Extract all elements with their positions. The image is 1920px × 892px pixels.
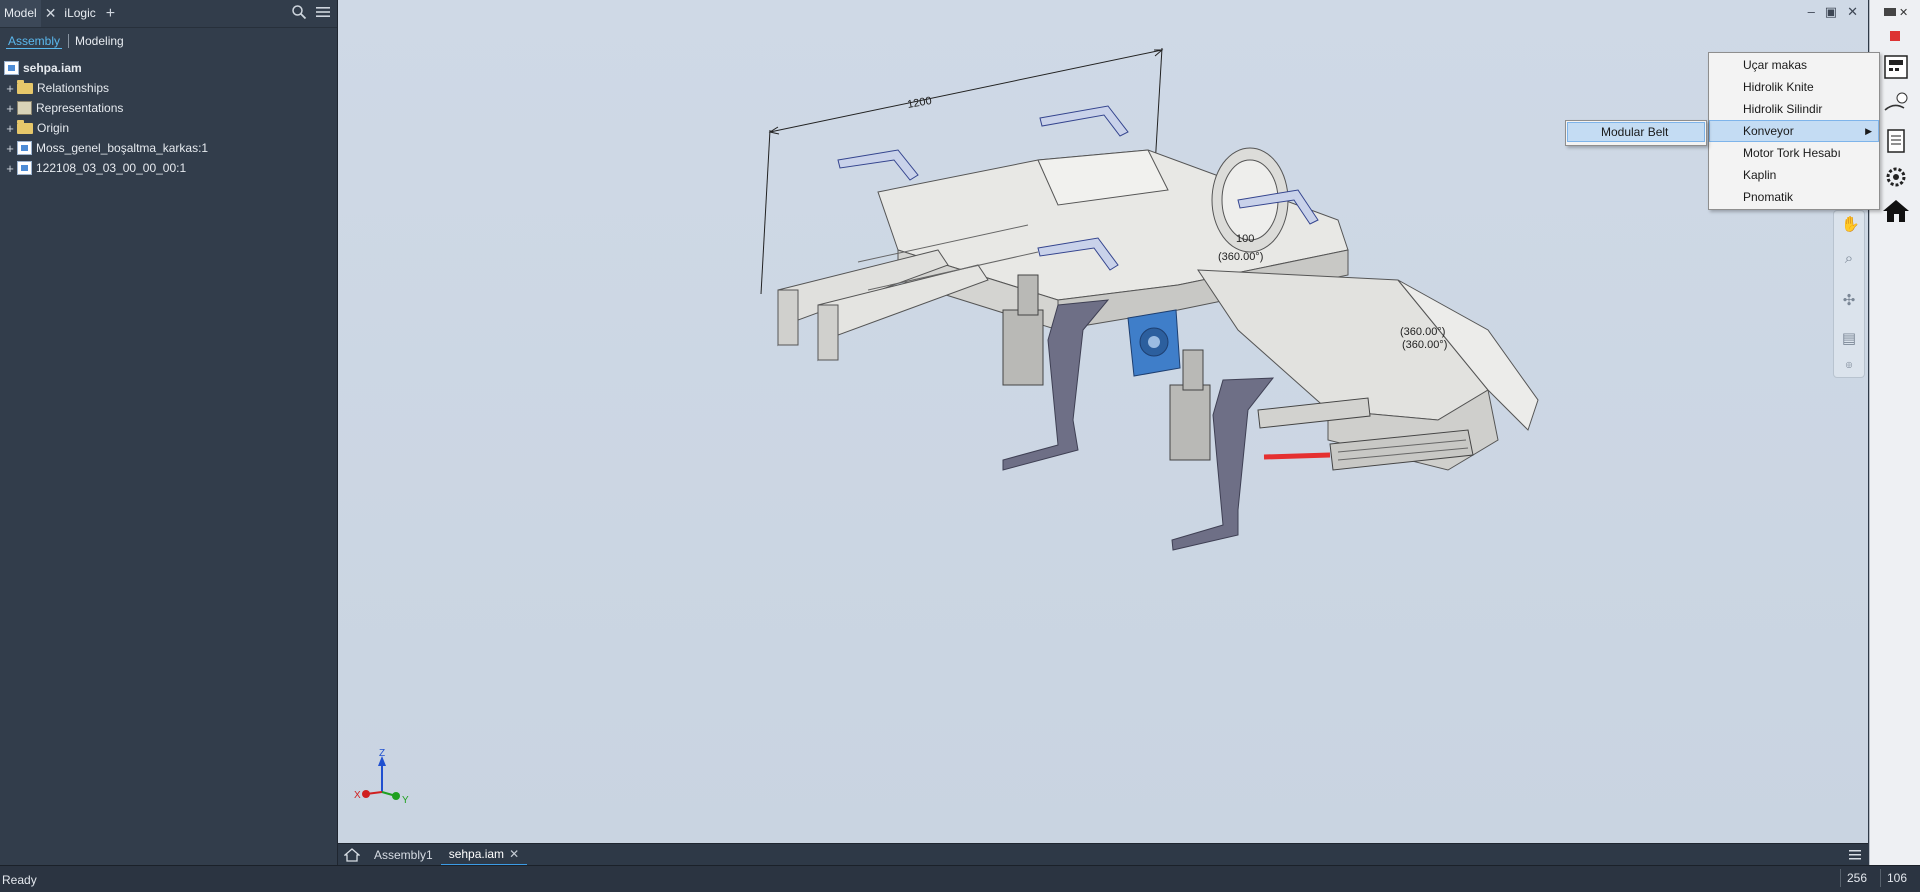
- pan-icon[interactable]: ✋: [1841, 217, 1860, 233]
- menu-item-pnomatik[interactable]: Pnomatik: [1709, 186, 1879, 208]
- calculator-icon[interactable]: [1882, 54, 1910, 80]
- document-icon[interactable]: [1882, 128, 1910, 154]
- close-tab-icon[interactable]: ✕: [41, 5, 61, 22]
- restore-icon[interactable]: ▣: [1825, 4, 1837, 20]
- browser-tree: sehpa.iam + Relationships + Representati…: [0, 54, 337, 178]
- close-icon[interactable]: ✕: [1847, 4, 1858, 20]
- context-menu: Uçar makas Hidrolik Knite Hidrolik Silin…: [1708, 52, 1880, 210]
- menu-item-motor-tork-hesabi[interactable]: Motor Tork Hesabı: [1709, 142, 1879, 164]
- tab-menu-icon[interactable]: [1848, 848, 1862, 862]
- navbar-options-icon[interactable]: ◎: [1841, 357, 1857, 373]
- x-axis-marker: [362, 790, 370, 798]
- svg-text:✕: ✕: [1899, 7, 1908, 19]
- axis-triad: Z X Y: [354, 748, 409, 806]
- home-icon[interactable]: [1882, 198, 1910, 224]
- ribbon-toggle-icon[interactable]: ✕: [1882, 4, 1910, 20]
- modeling-mode-link[interactable]: Modeling: [75, 34, 124, 48]
- hint-icon[interactable]: [1882, 90, 1910, 116]
- menu-item-hidrolik-knite[interactable]: Hidrolik Knite: [1709, 76, 1879, 98]
- tree-root-label: sehpa.iam: [23, 61, 82, 75]
- expand-icon[interactable]: +: [3, 141, 17, 156]
- settings-gear-icon[interactable]: [1882, 164, 1910, 190]
- representations-icon: [17, 101, 32, 115]
- orbit-icon[interactable]: ✣: [1841, 293, 1857, 309]
- zoom-icon[interactable]: ⌕: [1841, 251, 1857, 267]
- tree-root[interactable]: sehpa.iam: [0, 58, 337, 78]
- angle-label: (360.00°): [1218, 251, 1263, 263]
- menu-item-label: Konveyor: [1743, 124, 1794, 138]
- expand-icon[interactable]: +: [3, 161, 17, 176]
- tree-item-representations[interactable]: + Representations: [0, 98, 337, 118]
- look-at-icon[interactable]: ▤: [1841, 331, 1857, 347]
- minimize-icon[interactable]: –: [1808, 4, 1815, 20]
- navigation-bar: ✋ ⌕ ✣ ▤ ◎: [1833, 210, 1865, 378]
- menu-item-hidrolik-silindir[interactable]: Hidrolik Silindir: [1709, 98, 1879, 120]
- tree-item-moss-karkas[interactable]: + Moss_genel_boşaltma_karkas:1: [0, 138, 337, 158]
- doc-tab-sehpa[interactable]: sehpa.iam ✕: [440, 844, 528, 866]
- tree-item-label: 122108_03_03_00_00_00:1: [36, 161, 187, 175]
- folder-icon: [17, 80, 33, 94]
- y-axis-marker: [392, 792, 400, 800]
- folder-icon: [17, 120, 33, 134]
- browser-mode-row: Assembly Modeling: [0, 28, 337, 54]
- mode-divider: [68, 34, 70, 48]
- y-axis-label: Y: [402, 795, 409, 806]
- konveyor-submenu: Modular Belt: [1565, 120, 1707, 146]
- x-axis-label: X: [354, 790, 361, 801]
- doc-tab-label: sehpa.iam: [448, 847, 505, 861]
- search-icon[interactable]: [291, 4, 307, 20]
- status-count-documents: 106: [1880, 869, 1913, 887]
- expand-icon[interactable]: +: [3, 101, 17, 116]
- subassembly-icon: [17, 141, 32, 155]
- menu-item-ucar-makas[interactable]: Uçar makas: [1709, 54, 1879, 76]
- menu-item-kaplin[interactable]: Kaplin: [1709, 164, 1879, 186]
- model-browser: Model ✕ iLogic + Assembly Modeling sehpa…: [0, 0, 338, 865]
- assembly-icon: [4, 61, 19, 75]
- assembly-icon: [17, 161, 32, 175]
- submenu-arrow-icon: ▶: [1865, 126, 1872, 136]
- browser-tools: [291, 4, 331, 20]
- tree-item-label: Representations: [36, 101, 124, 115]
- z-axis-label: Z: [379, 748, 385, 759]
- document-tab-bar: Assembly1 sehpa.iam ✕: [338, 843, 1868, 866]
- home-icon: [344, 848, 360, 862]
- angle-label: (360.00°): [1402, 339, 1447, 351]
- dimension-label: 1200: [906, 95, 932, 111]
- expand-icon[interactable]: +: [3, 81, 17, 96]
- doc-tab-assembly1[interactable]: Assembly1: [366, 844, 441, 866]
- menu-icon[interactable]: [315, 4, 331, 20]
- add-tab-icon[interactable]: +: [100, 5, 121, 23]
- tree-item-label: Origin: [37, 121, 70, 135]
- window-controls: – ▣ ✕: [1808, 4, 1858, 20]
- tree-item-122108[interactable]: + 122108_03_03_00_00_00:1: [0, 158, 337, 178]
- status-text: Ready: [2, 873, 37, 887]
- browser-tab-bar: Model ✕ iLogic +: [0, 0, 337, 28]
- status-count-occurrences: 256: [1840, 869, 1873, 887]
- close-tab-icon[interactable]: ✕: [509, 847, 519, 861]
- bearing-block[interactable]: [1127, 309, 1181, 377]
- tab-ilogic[interactable]: iLogic: [60, 0, 99, 27]
- tree-item-label: Moss_genel_boşaltma_karkas:1: [36, 141, 209, 155]
- home-tab[interactable]: [338, 844, 366, 866]
- tree-item-label: Relationships: [37, 81, 110, 95]
- tab-model[interactable]: Model: [0, 0, 41, 27]
- tree-item-origin[interactable]: + Origin: [0, 118, 337, 138]
- angle-label: (360.00°): [1400, 326, 1445, 338]
- tree-item-relationships[interactable]: + Relationships: [0, 78, 337, 98]
- expand-icon[interactable]: +: [3, 121, 17, 136]
- menu-item-modular-belt[interactable]: Modular Belt: [1567, 122, 1705, 142]
- status-bar: Ready 256 106: [0, 865, 1920, 892]
- book-icon[interactable]: [1882, 30, 1910, 42]
- assembly-mode-link[interactable]: Assembly: [6, 34, 63, 49]
- small-label: 100: [1236, 233, 1254, 245]
- menu-item-konveyor[interactable]: Konveyor ▶: [1709, 120, 1879, 142]
